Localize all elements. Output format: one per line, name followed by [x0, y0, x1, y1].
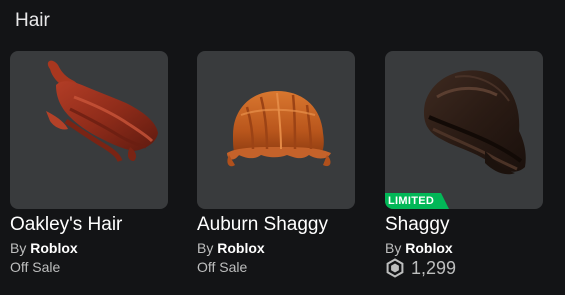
hair-thumbnail-icon	[46, 60, 158, 162]
item-card: LIMITED Shaggy By Roblox 1,299	[385, 51, 543, 278]
price-status: Off Sale	[197, 259, 248, 275]
item-card: Auburn Shaggy By Roblox Off Sale	[197, 51, 355, 276]
price-status: Off Sale	[10, 259, 61, 275]
creator-line: By Roblox	[385, 239, 543, 257]
item-thumbnail[interactable]: LIMITED	[385, 51, 543, 209]
price-row: 1,299	[385, 258, 543, 278]
item-name[interactable]: Auburn Shaggy	[197, 213, 355, 237]
limited-badge-label: LIMITED	[388, 195, 435, 207]
limited-badge: LIMITED	[385, 193, 449, 209]
by-label: By	[385, 240, 402, 256]
item-name[interactable]: Oakley's Hair	[10, 213, 168, 237]
by-label: By	[197, 240, 214, 256]
item-name[interactable]: Shaggy	[385, 213, 543, 237]
item-card: Oakley's Hair By Roblox Off Sale	[10, 51, 168, 276]
by-label: By	[10, 240, 27, 256]
hair-thumbnail-icon	[227, 91, 331, 167]
item-thumbnail[interactable]	[10, 51, 168, 209]
hair-thumbnail-icon	[423, 70, 526, 175]
item-thumbnail[interactable]	[197, 51, 355, 209]
creator-line: By Roblox	[197, 239, 355, 257]
creator-name[interactable]: Roblox	[405, 240, 452, 256]
creator-name[interactable]: Roblox	[30, 240, 77, 256]
creator-line: By Roblox	[10, 239, 168, 257]
creator-name[interactable]: Roblox	[217, 240, 264, 256]
robux-icon	[386, 258, 404, 278]
section-title: Hair	[15, 10, 50, 31]
price-value: 1,299	[411, 258, 457, 278]
